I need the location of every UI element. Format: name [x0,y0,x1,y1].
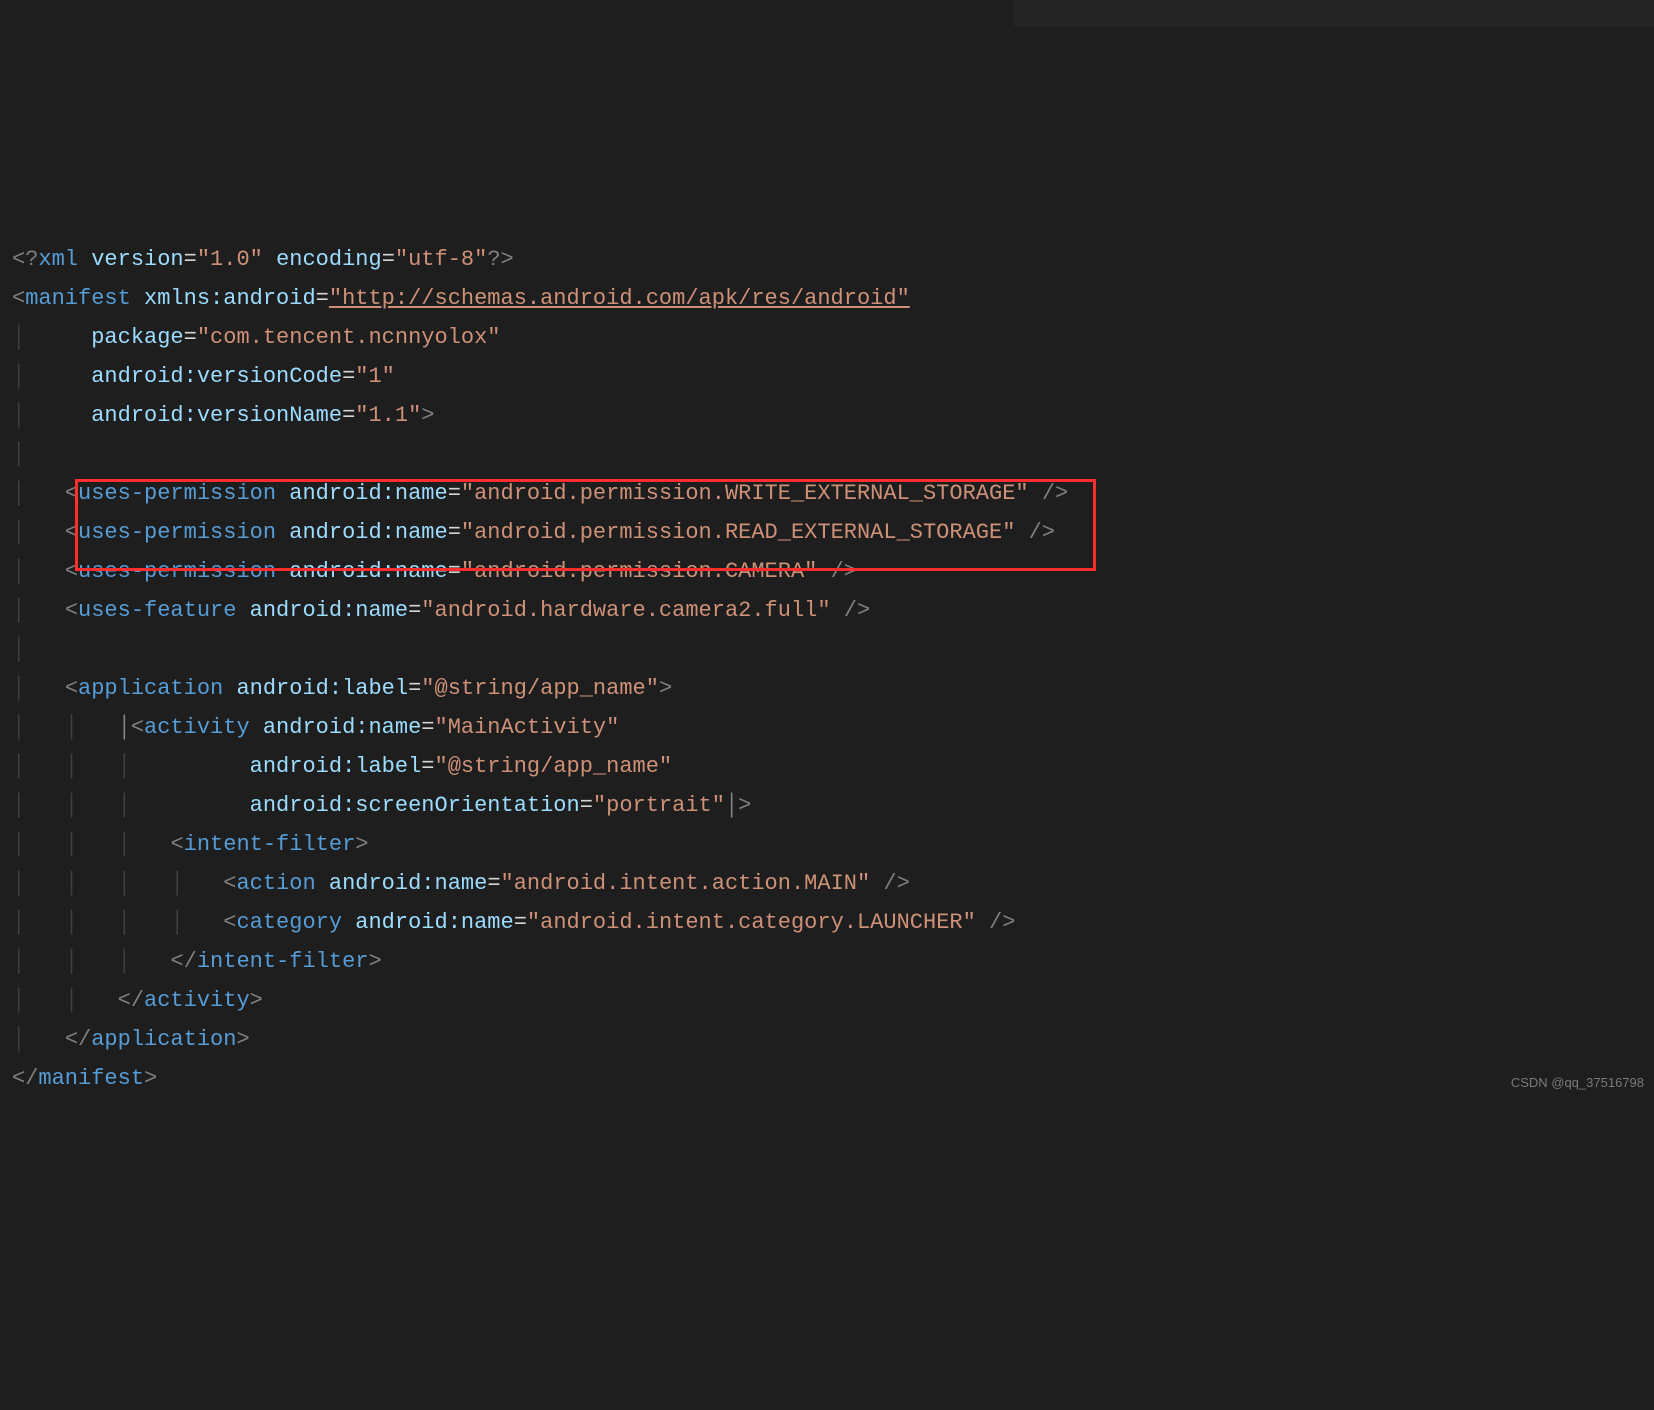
val-version: "1.0" [197,247,263,272]
attr-versioncode: android:versionCode [91,364,342,389]
tag-category: category [236,910,342,935]
attr-xmlns: xmlns:android [144,286,316,311]
attr-version: version [91,247,183,272]
val-intent-launcher: "android.intent.category.LAUNCHER" [527,910,976,935]
val-xmlns[interactable]: "http://schemas.android.com/apk/res/andr… [329,286,910,311]
val-activity-label: "@string/app_name" [435,754,673,779]
attr-versionname: android:versionName [91,403,342,428]
attr-encoding: encoding [276,247,382,272]
val-write-ext-storage: "android.permission.WRITE_EXTERNAL_STORA… [461,481,1029,506]
attr-screenorientation: android:screenOrientation [250,793,580,818]
val-versioncode: "1" [355,364,395,389]
val-read-ext-storage: "android.permission.READ_EXTERNAL_STORAG… [461,520,1016,545]
tag-application: application [78,676,223,701]
tag-uses-permission: uses-permission [78,520,276,545]
code-editor[interactable]: <?xml version="1.0" encoding="utf-8"?> <… [0,234,1654,1137]
val-activity-name: "MainActivity" [435,715,620,740]
val-encoding: "utf-8" [395,247,487,272]
tag-intent-filter: intent-filter [184,832,356,857]
xml-decl-open: <? [12,247,38,272]
tag-manifest: manifest [25,286,131,311]
top-strip [1014,0,1654,26]
tag-uses-permission: uses-permission [78,481,276,506]
val-versionname: "1.1" [355,403,421,428]
val-app-label: "@string/app_name" [421,676,659,701]
val-intent-main: "android.intent.action.MAIN" [501,871,871,896]
tag-uses-permission: uses-permission [78,559,276,584]
val-package: "com.tencent.ncnnyolox" [197,325,501,350]
tag-action: action [236,871,315,896]
watermark: CSDN @qq_37516798 [1511,1063,1644,1102]
xml-decl-close: ?> [487,247,513,272]
tag-uses-feature: uses-feature [78,598,236,623]
val-camera2-full: "android.hardware.camera2.full" [421,598,830,623]
val-portrait: "portrait" [593,793,725,818]
attr-package: package [91,325,183,350]
xml-pi: xml [38,247,78,272]
tag-activity: activity [144,715,250,740]
val-camera: "android.permission.CAMERA" [461,559,817,584]
